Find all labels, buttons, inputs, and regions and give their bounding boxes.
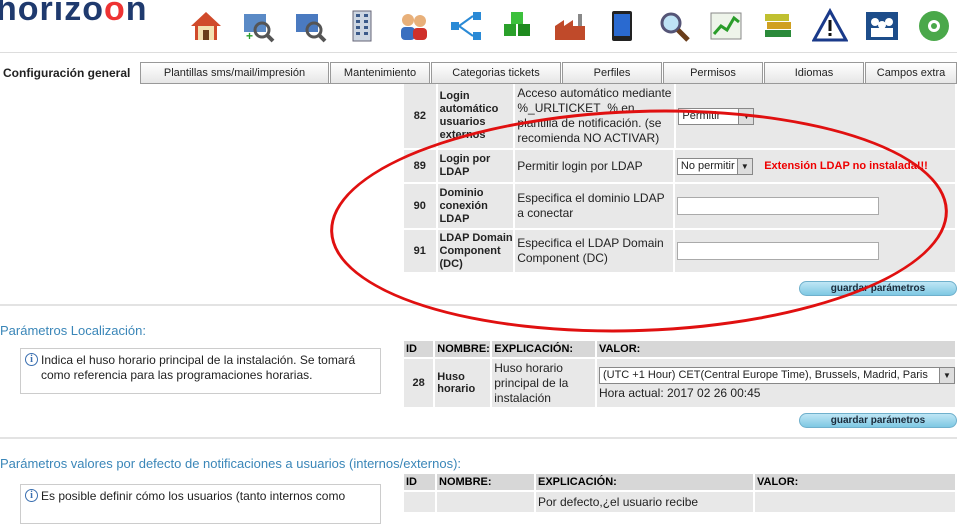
svg-text:+: + <box>246 29 253 43</box>
main-menu-icons: + <box>180 4 957 48</box>
chevron-down-icon: ▼ <box>738 108 754 124</box>
app-logo[interactable]: horizoon <box>0 0 148 29</box>
row-explanation: Huso horario principal de la instalación <box>492 359 595 407</box>
row-explanation: Permitir login por LDAP <box>515 150 673 182</box>
row-id <box>404 492 435 512</box>
tab-mantenimiento[interactable]: Mantenimiento <box>330 62 430 83</box>
col-id: ID <box>404 341 434 357</box>
save-params-button-2[interactable]: guardar parámetros <box>799 413 957 428</box>
ldap-domain-input[interactable] <box>676 197 879 215</box>
row-value: Permitir ▼ <box>676 84 955 148</box>
localization-title: Parámetros Localización: <box>0 323 146 338</box>
tab-configuracion-general[interactable]: Configuración general <box>0 62 140 84</box>
localization-info: i Indica el huso horario principal de la… <box>20 348 381 394</box>
books-icon[interactable] <box>752 4 804 48</box>
row-id: 28 <box>404 359 434 407</box>
row-value: No permitir ▼ Extensión LDAP no instalada… <box>674 150 955 182</box>
ldap-warning: Extensión LDAP no instalada!!! <box>764 160 928 172</box>
table-row: Por defecto,¿el usuario recibe <box>404 492 955 512</box>
row-id: 82 <box>404 84 436 148</box>
top-toolbar: horizoon + <box>0 0 957 52</box>
table-row: 82 Login automático usuarios externos Ac… <box>404 84 955 148</box>
table-row: 91 LDAP Domain Component (DC) Especifica… <box>404 230 955 272</box>
row-value <box>674 230 955 272</box>
ldap-dc-input[interactable] <box>676 242 879 260</box>
network-icon[interactable] <box>440 4 492 48</box>
building-icon[interactable] <box>336 4 388 48</box>
row-value <box>674 184 955 228</box>
table-row: 90 Dominio conexión LDAP Especifica el d… <box>404 184 955 228</box>
tab-categorias[interactable]: Categorias tickets <box>431 62 561 83</box>
section-divider <box>0 304 957 306</box>
col-explicacion: EXPLICACIÓN: <box>536 474 753 490</box>
table-header-row: ID NOMBRE: EXPLICACIÓN: VALOR: <box>404 474 955 490</box>
row-id: 89 <box>404 150 436 182</box>
row-value <box>755 492 955 512</box>
factory-icon[interactable] <box>544 4 596 48</box>
notifications-info: i Es posible definir cómo los usuarios (… <box>20 484 381 524</box>
row-name <box>437 492 534 512</box>
row-id: 91 <box>404 230 436 272</box>
config-table-top: 82 Login automático usuarios externos Ac… <box>402 84 957 150</box>
col-explicacion: EXPLICACIÓN: <box>492 341 595 357</box>
chevron-down-icon: ▼ <box>736 158 752 174</box>
users-icon[interactable] <box>388 4 440 48</box>
notifications-title: Parámetros valores por defecto de notifi… <box>0 456 462 471</box>
row-explanation: Acceso automático mediante %_URLTICKET_%… <box>515 84 675 148</box>
tablet-icon[interactable] <box>596 4 648 48</box>
row-id: 90 <box>404 184 436 228</box>
row-explanation: Especifica el dominio LDAP a conectar <box>515 184 673 228</box>
table-header-row: ID NOMBRE: EXPLICACIÓN: VALOR: <box>404 341 955 357</box>
row-name: LDAP Domain Component (DC) <box>437 230 514 272</box>
home-icon[interactable] <box>180 4 232 48</box>
notifications-table: ID NOMBRE: EXPLICACIÓN: VALOR: Por defec… <box>402 472 957 514</box>
col-nombre: NOMBRE: <box>435 341 491 357</box>
search-ticket-icon[interactable] <box>284 4 336 48</box>
magnifier-icon[interactable] <box>648 4 700 48</box>
login-auto-select[interactable]: Permitir ▼ <box>678 107 755 125</box>
info-icon: i <box>25 353 38 366</box>
col-valor: VALOR: <box>755 474 955 490</box>
col-id: ID <box>404 474 435 490</box>
settings-gear-icon[interactable] <box>908 4 957 48</box>
asset-search-icon[interactable]: + <box>232 4 284 48</box>
row-value: (UTC +1 Hour) CET(Central Europe Time), … <box>596 359 955 407</box>
info-text: Indica el huso horario principal de la i… <box>41 353 356 382</box>
row-explanation: Especifica el LDAP Domain Component (DC) <box>515 230 673 272</box>
tab-idiomas[interactable]: Idiomas <box>764 62 864 83</box>
config-table: 89 Login por LDAP Permitir login por LDA… <box>402 148 957 274</box>
info-icon: i <box>25 489 38 502</box>
tab-perfiles[interactable]: Perfiles <box>562 62 662 83</box>
timezone-select[interactable]: (UTC +1 Hour) CET(Central Europe Time), … <box>598 366 955 384</box>
info-text: Es posible definir cómo los usuarios (ta… <box>41 489 346 503</box>
chart-icon[interactable] <box>700 4 752 48</box>
localization-table: ID NOMBRE: EXPLICACIÓN: VALOR: 28 Huso h… <box>402 339 957 409</box>
ldap-login-select[interactable]: No permitir ▼ <box>676 157 753 175</box>
chevron-down-icon: ▼ <box>938 367 954 383</box>
section-divider <box>0 437 957 439</box>
config-clip: 82 Login automático usuarios externos Ac… <box>0 84 957 150</box>
row-name: Login automático usuarios externos <box>437 84 514 148</box>
cubes-icon[interactable] <box>492 4 544 48</box>
row-explanation: Por defecto,¿el usuario recibe <box>536 492 753 512</box>
config-tabs: Configuración general Plantillas sms/mai… <box>0 62 957 84</box>
row-name: Login por LDAP <box>437 150 514 182</box>
current-time: Hora actual: 2017 02 26 00:45 <box>598 385 761 400</box>
row-name: Dominio conexión LDAP <box>437 184 514 228</box>
tab-permisos[interactable]: Permisos <box>663 62 763 83</box>
table-row: 89 Login por LDAP Permitir login por LDA… <box>404 150 955 182</box>
table-row: 28 Huso horario Huso horario principal d… <box>404 359 955 407</box>
row-name: Huso horario <box>435 359 491 407</box>
team-icon[interactable] <box>856 4 908 48</box>
col-nombre: NOMBRE: <box>437 474 534 490</box>
header-divider <box>0 52 957 53</box>
warning-icon[interactable] <box>804 4 856 48</box>
tab-campos-extra[interactable]: Campos extra <box>865 62 957 83</box>
tab-plantillas[interactable]: Plantillas sms/mail/impresión <box>140 62 329 83</box>
col-valor: VALOR: <box>596 341 955 357</box>
save-params-button[interactable]: guardar parámetros <box>799 281 957 296</box>
